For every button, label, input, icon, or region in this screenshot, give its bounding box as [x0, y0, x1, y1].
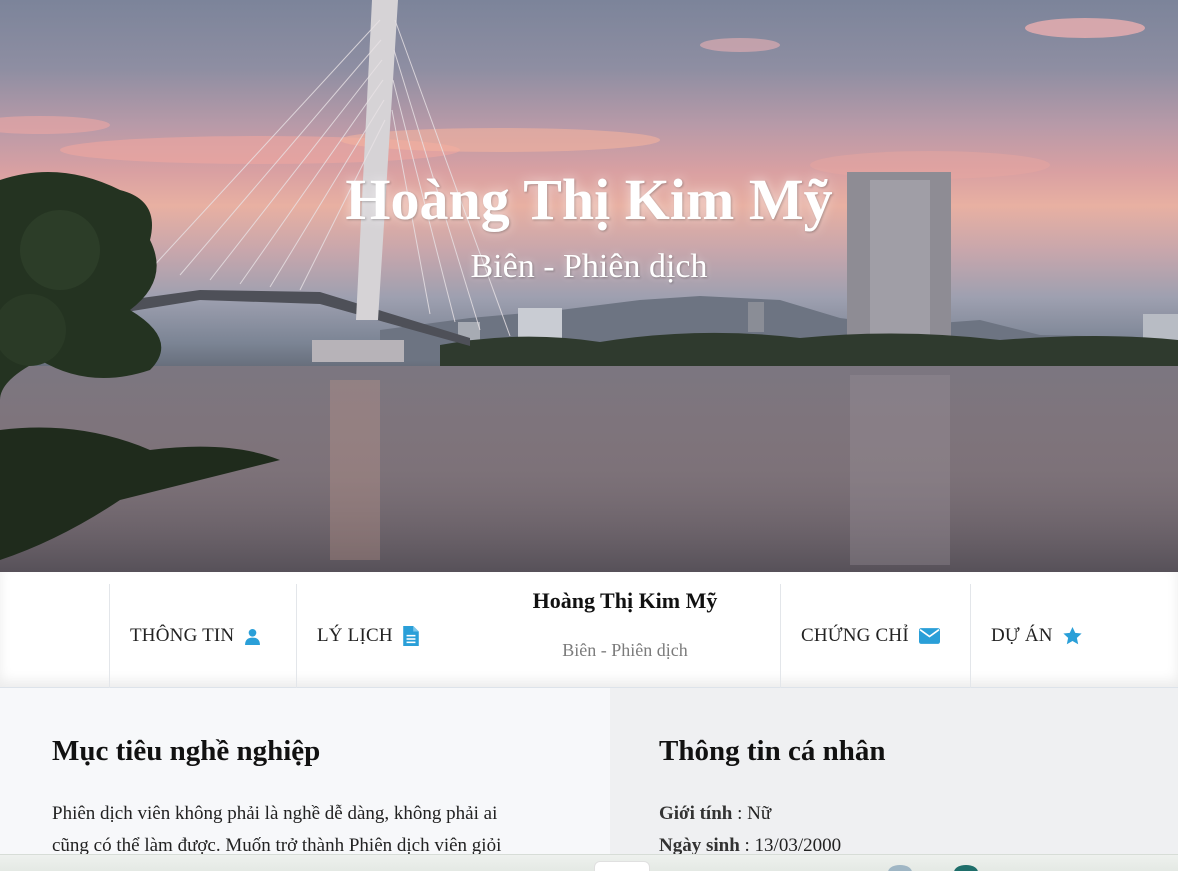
- career-objective-heading: Mục tiêu nghề nghiệp: [52, 735, 321, 767]
- gender-label: Giới tính: [659, 803, 733, 824]
- nav-brand-name: Hoàng Thị Kim Mỹ: [532, 588, 718, 613]
- main-navigation: THÔNG TIN LÝ LỊCH Hoàng Thị Kim Mỹ Biên …: [0, 572, 1178, 688]
- nav-item-ly-lich[interactable]: LÝ LỊCH: [296, 584, 470, 688]
- taskbar-app-icon[interactable]: [954, 865, 978, 871]
- hero-title: Hoàng Thị Kim Mỹ: [345, 167, 833, 232]
- personal-info-list: Giới tính : Nữ Ngày sinh : 13/03/2000: [659, 798, 841, 862]
- hero-subtitle: Biên - Phiên dịch: [470, 248, 708, 285]
- taskbar: [0, 854, 1178, 871]
- nav-brand-role: Biên - Phiên dịch: [562, 640, 688, 660]
- personal-info-section: Thông tin cá nhân Giới tính : Nữ Ngày si…: [610, 688, 1178, 871]
- nav-brand[interactable]: Hoàng Thị Kim Mỹ Biên - Phiên dịch: [470, 584, 780, 688]
- career-objective-text: Phiên dịch viên không phải là nghề dễ dà…: [52, 798, 542, 862]
- taskbar-button[interactable]: [594, 861, 650, 871]
- taskbar-app-icon[interactable]: [888, 865, 912, 871]
- envelope-icon: [918, 628, 940, 644]
- nav-item-label: LÝ LỊCH: [317, 625, 393, 646]
- document-icon: [403, 626, 419, 646]
- dob-label: Ngày sinh: [659, 835, 740, 856]
- star-icon: [1063, 627, 1082, 645]
- gender-value: : Nữ: [732, 803, 772, 824]
- nav-item-label: DỰ ÁN: [991, 625, 1053, 646]
- user-icon: [244, 628, 261, 645]
- nav-item-chung-chi[interactable]: CHỨNG CHỈ: [780, 584, 970, 688]
- nav-item-label: THÔNG TIN: [130, 625, 235, 646]
- nav-item-thong-tin[interactable]: THÔNG TIN: [109, 584, 297, 688]
- personal-info-heading: Thông tin cá nhân: [659, 735, 886, 767]
- dob-value: : 13/03/2000: [739, 835, 842, 856]
- hero-background-image: [0, 0, 1178, 572]
- career-objective-line: Phiên dịch viên không phải là nghề dễ dà…: [52, 803, 498, 824]
- career-objective-section: Mục tiêu nghề nghiệp Phiên dịch viên khô…: [0, 688, 610, 871]
- hero-banner: Hoàng Thị Kim Mỹ Biên - Phiên dịch: [0, 0, 1178, 572]
- nav-item-label: CHỨNG CHỈ: [801, 625, 909, 646]
- gender-row: Giới tính : Nữ: [659, 798, 841, 830]
- nav-item-du-an[interactable]: DỰ ÁN: [970, 584, 1178, 688]
